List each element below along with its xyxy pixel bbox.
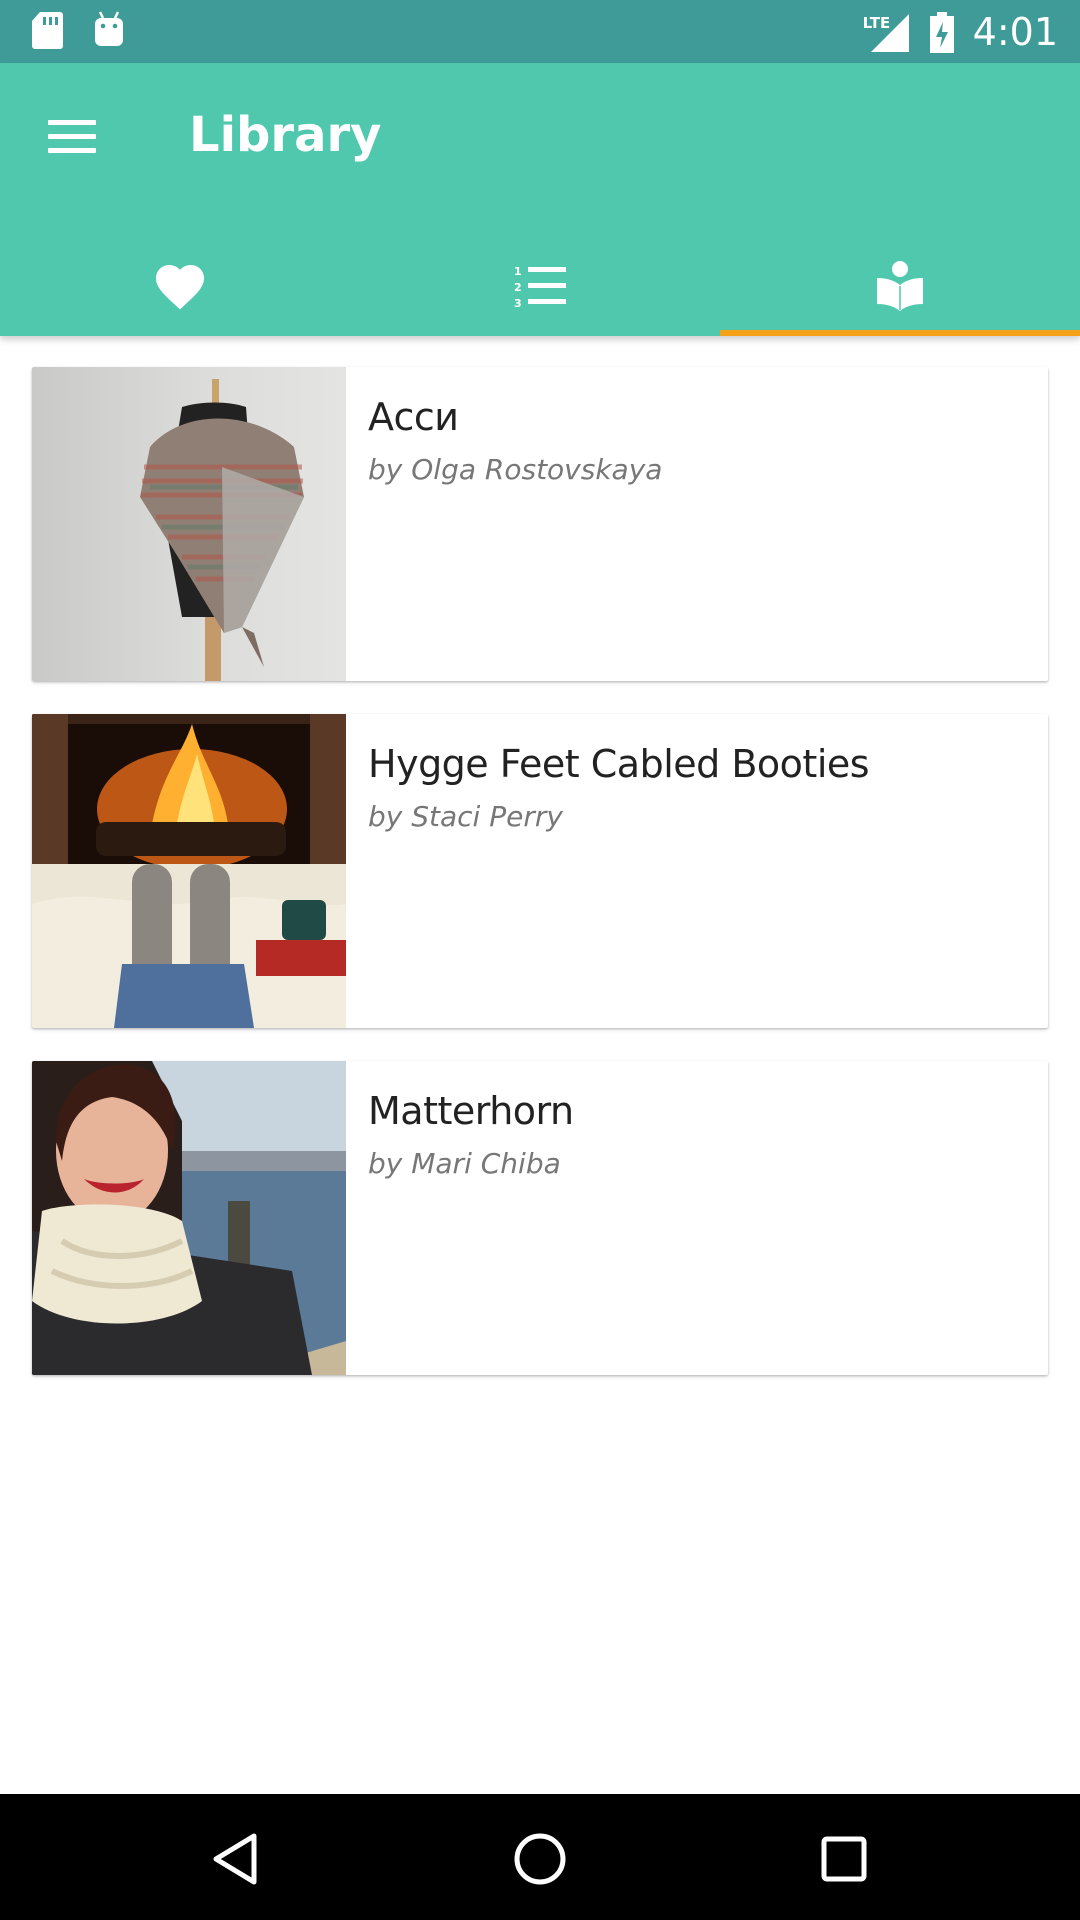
sd-card-icon: [32, 12, 63, 49]
app-bar: Library 1 2 3: [0, 63, 1080, 336]
book-reader-icon: [877, 260, 923, 311]
pattern-title: Matterhorn: [368, 1089, 574, 1133]
library-card[interactable]: Matterhorn by Mari Chiba: [32, 1061, 1048, 1375]
hamburger-menu-icon[interactable]: [44, 115, 100, 159]
svg-text:3: 3: [514, 297, 522, 308]
pattern-title: Hygge Feet Cabled Booties: [368, 742, 870, 786]
recents-icon[interactable]: [809, 1824, 879, 1894]
home-icon[interactable]: [505, 1824, 575, 1894]
clock: 4:01: [972, 9, 1058, 54]
feet-by-fireplace-photo: [32, 714, 346, 1028]
android-icon: [95, 11, 123, 46]
heart-icon: [155, 264, 205, 309]
shawl-on-mannequin-photo: [32, 367, 346, 681]
woman-in-cowl-photo: [32, 1061, 346, 1375]
svg-text:2: 2: [514, 281, 522, 294]
pattern-title: Асси: [368, 395, 459, 439]
tab-bar: 1 2 3: [0, 235, 1080, 336]
pattern-author: by Mari Chiba: [368, 1147, 561, 1180]
back-icon[interactable]: [200, 1824, 270, 1894]
signal-icon: LTE: [863, 10, 911, 54]
pattern-author: by Olga Rostovskaya: [368, 453, 663, 486]
library-card[interactable]: Hygge Feet Cabled Booties by Staci Perry: [32, 714, 1048, 1028]
tab-favorites[interactable]: [0, 235, 360, 336]
system-nav-bar: [0, 1794, 1080, 1920]
numbered-list-icon: 1 2 3: [514, 265, 566, 308]
status-left-icons: [30, 10, 126, 50]
svg-text:1: 1: [514, 265, 522, 278]
tab-queue[interactable]: 1 2 3: [360, 235, 720, 336]
page-title: Library: [189, 107, 382, 163]
battery-charging-icon: [929, 11, 954, 53]
status-right-icons: LTE 4:01: [863, 0, 1058, 63]
library-list: Асси by Olga Rostovskaya Hygge Feet Cabl…: [32, 367, 1048, 1408]
status-bar: LTE 4:01: [0, 0, 1080, 63]
tab-library[interactable]: [720, 235, 1080, 336]
pattern-author: by Staci Perry: [368, 800, 563, 833]
library-card[interactable]: Асси by Olga Rostovskaya: [32, 367, 1048, 681]
